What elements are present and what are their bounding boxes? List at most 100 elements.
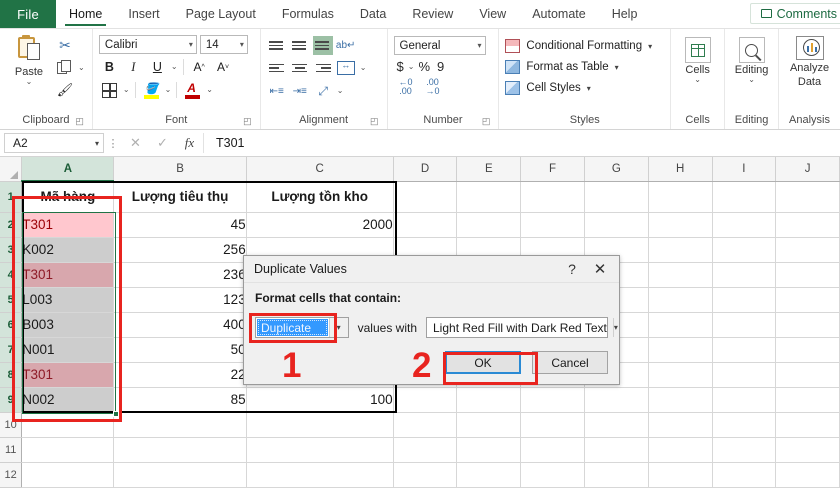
decrease-indent-button[interactable]: ⇤≡ — [267, 86, 287, 97]
column-header-c[interactable]: C — [246, 157, 394, 182]
cell-i5[interactable] — [712, 287, 777, 313]
dialog-title-bar[interactable]: Duplicate Values ? ✕ — [244, 256, 619, 283]
borders-button[interactable] — [99, 80, 120, 100]
cell-d11[interactable] — [393, 437, 458, 463]
cells-button[interactable]: Cells ⌄ — [684, 37, 711, 84]
paste-dropdown-arrow[interactable]: ⌄ — [26, 78, 33, 86]
currency-button[interactable]: $ — [394, 59, 407, 74]
clipboard-dialog-launcher[interactable]: ◰ — [75, 116, 84, 127]
cell-c9[interactable]: 100 — [246, 387, 394, 413]
underline-dropdown-arrow[interactable]: ⌄ — [171, 63, 178, 71]
cell-f11[interactable] — [520, 437, 585, 463]
cell-j11[interactable] — [775, 437, 840, 463]
format-style-dropdown[interactable]: Light Red Fill with Dark Red Text ▾ — [426, 317, 618, 338]
currency-dropdown-arrow[interactable]: ⌄ — [408, 62, 415, 71]
cell-j3[interactable] — [775, 237, 840, 263]
cell-i1[interactable] — [712, 181, 777, 213]
cell-g11[interactable] — [584, 437, 649, 463]
cell-e2[interactable] — [456, 212, 522, 238]
cell-i8[interactable] — [712, 362, 777, 388]
chevron-down-icon[interactable]: ▾ — [612, 318, 618, 337]
align-bottom-button[interactable] — [312, 36, 333, 55]
font-name-combobox[interactable]: Calibri ▾ — [98, 35, 197, 54]
cell-i9[interactable] — [712, 387, 777, 413]
paste-button[interactable]: Paste ⌄ — [6, 33, 52, 86]
column-header-f[interactable]: F — [520, 157, 585, 182]
cell-j12[interactable] — [775, 462, 840, 488]
orientation-dropdown-arrow[interactable]: ⌄ — [337, 87, 344, 95]
cell-j7[interactable] — [775, 337, 840, 363]
cell-h4[interactable] — [648, 262, 713, 288]
cell-b1[interactable]: Lượng tiêu thụ — [113, 181, 247, 213]
cell-e11[interactable] — [456, 437, 522, 463]
orientation-button[interactable]: ⤢ — [313, 81, 334, 101]
cell-b7[interactable]: 50 — [113, 337, 247, 363]
row-header-11[interactable]: 11 — [0, 437, 23, 463]
cell-a12[interactable] — [21, 462, 115, 488]
row-header-9[interactable]: 9 — [0, 387, 23, 413]
cell-a2[interactable]: T301 — [21, 212, 115, 238]
confirm-icon[interactable]: ✓ — [149, 135, 176, 151]
cell-j6[interactable] — [775, 312, 840, 338]
cancel-button[interactable]: Cancel — [532, 351, 608, 374]
cell-b6[interactable]: 400 — [113, 312, 247, 338]
decrease-decimal-button[interactable]: .00 →0 — [421, 78, 445, 96]
cell-f12[interactable] — [520, 462, 585, 488]
underline-button[interactable]: U — [147, 57, 168, 77]
row-header-3[interactable]: 3 — [0, 237, 23, 263]
copy-button[interactable] — [54, 58, 76, 77]
cell-b10[interactable] — [113, 412, 247, 438]
ok-button[interactable]: OK — [445, 351, 521, 374]
close-icon[interactable]: ✕ — [585, 260, 615, 278]
increase-font-size-button[interactable]: A ^ — [189, 57, 210, 77]
cell-h5[interactable] — [648, 287, 713, 313]
cell-e9[interactable] — [456, 387, 522, 413]
cell-i7[interactable] — [712, 337, 777, 363]
cell-b12[interactable] — [113, 462, 247, 488]
format-painter-button[interactable]: 🖌 — [54, 80, 76, 99]
cell-a6[interactable]: B003 — [21, 312, 115, 338]
cell-j8[interactable] — [775, 362, 840, 388]
row-header-12[interactable]: 12 — [0, 462, 23, 488]
tab-data[interactable]: Data — [347, 0, 399, 28]
cell-i3[interactable] — [712, 237, 777, 263]
cell-h1[interactable] — [648, 181, 713, 213]
copy-dropdown-arrow[interactable]: ⌄ — [78, 63, 85, 72]
chevron-down-icon[interactable]: ▾ — [328, 318, 348, 337]
row-header-7[interactable]: 7 — [0, 337, 23, 363]
cell-a4[interactable]: T301 — [21, 262, 115, 288]
cell-e12[interactable] — [456, 462, 522, 488]
help-question-icon[interactable]: ? — [559, 261, 585, 277]
cell-g1[interactable] — [584, 181, 649, 213]
percent-style-button[interactable]: % — [415, 59, 433, 74]
tab-home[interactable]: Home — [56, 0, 115, 28]
editing-dropdown-arrow[interactable]: ⌄ — [748, 76, 755, 84]
formula-input[interactable]: T301 — [203, 133, 836, 153]
merge-and-center-button[interactable] — [336, 58, 357, 78]
column-header-b[interactable]: B — [113, 157, 247, 182]
increase-decimal-button[interactable]: ←0.00 — [394, 78, 418, 96]
bold-button[interactable]: B — [99, 57, 120, 77]
cell-a10[interactable] — [21, 412, 115, 438]
cell-c1[interactable]: Lượng tồn kho — [246, 181, 394, 213]
cell-h7[interactable] — [648, 337, 713, 363]
cell-e10[interactable] — [456, 412, 522, 438]
tab-formulas[interactable]: Formulas — [269, 0, 347, 28]
cell-j2[interactable] — [775, 212, 840, 238]
conditional-formatting-button[interactable]: Conditional Formatting ▾ — [505, 39, 652, 53]
decrease-font-size-button[interactable]: A ˅ — [213, 57, 234, 77]
cell-d9[interactable] — [393, 387, 458, 413]
cell-c2[interactable]: 2000 — [246, 212, 394, 238]
align-middle-button[interactable] — [290, 36, 310, 55]
column-header-a[interactable]: A — [21, 157, 115, 182]
comma-style-button[interactable]: 9 — [434, 59, 447, 74]
cell-b4[interactable]: 236 — [113, 262, 247, 288]
number-dialog-launcher[interactable]: ◰ — [482, 116, 491, 127]
alignment-dialog-launcher[interactable]: ◰ — [370, 116, 379, 127]
cell-h10[interactable] — [648, 412, 713, 438]
cell-g10[interactable] — [584, 412, 649, 438]
tab-page-layout[interactable]: Page Layout — [173, 0, 269, 28]
row-header-4[interactable]: 4 — [0, 262, 23, 288]
row-header-8[interactable]: 8 — [0, 362, 23, 388]
cell-d12[interactable] — [393, 462, 458, 488]
